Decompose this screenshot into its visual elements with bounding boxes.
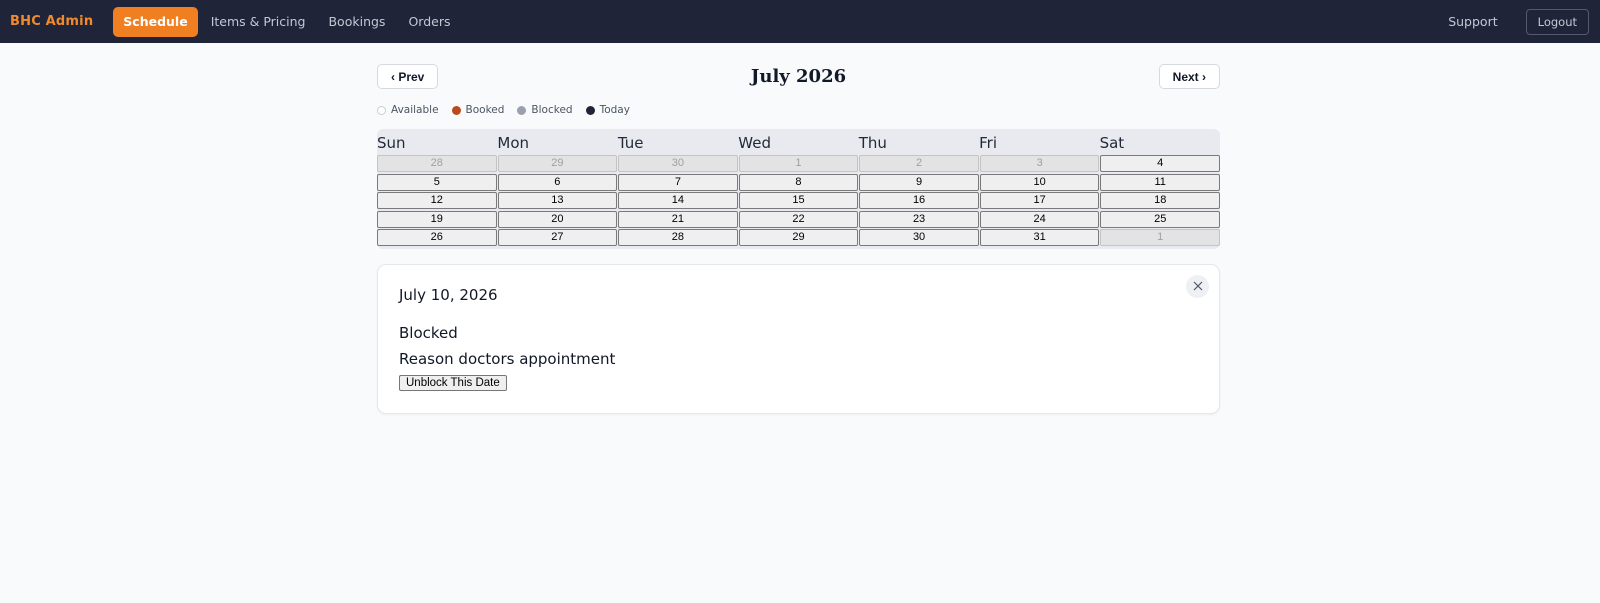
nav-bookings[interactable]: Bookings — [318, 7, 395, 36]
logout-button[interactable]: Logout — [1525, 8, 1589, 35]
day-cell[interactable]: 30 — [859, 229, 979, 246]
unblock-date-button[interactable]: Unblock This Date — [399, 374, 507, 391]
day-cell-other-month: 3 — [979, 155, 1100, 172]
calendar-header: July 2026 ‹ Prev Next › — [377, 64, 1220, 109]
day-cell[interactable]: 6 — [497, 173, 618, 191]
day-cell[interactable]: 16 — [859, 192, 979, 209]
detail-reason: Reason doctors appointment — [399, 349, 616, 368]
weekday-label: Thu — [858, 134, 887, 152]
day-cell[interactable]: 20 — [497, 210, 618, 228]
calendar-week-row: 26 27 28 29 30 31 1 — [377, 229, 1220, 246]
day-cell-other-month: 28 — [377, 155, 497, 172]
day-cell[interactable]: 29 — [738, 229, 859, 246]
day-cell-other-month: 1 — [1100, 229, 1220, 246]
detail-date: July 10, 2026 — [399, 285, 498, 304]
brand-logo[interactable]: BHC Admin — [10, 14, 93, 29]
calendar-grid: Sun Mon Tue Wed Thu Fri Sat 28 29 30 1 2 3 4 5 6 7 8 9 10 1… — [377, 129, 1220, 249]
weekday-label: Fri — [979, 134, 998, 152]
nav-schedule[interactable]: Schedule — [113, 6, 198, 37]
day-cell[interactable]: 17 — [979, 192, 1100, 209]
prev-month-button[interactable]: ‹ Prev — [377, 64, 439, 89]
next-month-button[interactable]: Next › — [1158, 64, 1220, 89]
day-cell[interactable]: 18 — [1100, 192, 1220, 209]
month-title: July 2026 — [750, 66, 847, 87]
day-cell[interactable]: 8 — [738, 173, 859, 191]
calendar-week-row: 28 29 30 1 2 3 4 — [377, 155, 1220, 172]
day-cell[interactable]: 23 — [859, 210, 979, 228]
calendar-week-row: 12 13 14 15 16 17 18 — [377, 192, 1220, 209]
day-cell-other-month: 30 — [618, 155, 738, 172]
weekday-header: Sun Mon Tue Wed Thu Fri Sat — [377, 129, 1220, 155]
day-cell[interactable]: 26 — [377, 229, 497, 246]
calendar-week-row: 19 20 21 22 23 24 25 — [377, 210, 1220, 228]
weekday-label: Sun — [377, 134, 406, 152]
nav-items-pricing[interactable]: Items & Pricing — [201, 7, 316, 36]
day-cell-other-month: 1 — [738, 155, 859, 172]
day-cell[interactable]: 28 — [618, 229, 738, 246]
day-cell[interactable]: 9 — [859, 173, 979, 191]
day-cell[interactable]: 25 — [1100, 210, 1220, 228]
day-cell[interactable]: 24 — [979, 210, 1100, 228]
day-cell[interactable]: 13 — [497, 192, 618, 209]
day-cell[interactable]: 22 — [738, 210, 859, 228]
detail-status: Blocked — [399, 323, 458, 342]
date-detail-panel: July 10, 2026 Blocked Reason doctors app… — [377, 263, 1220, 414]
day-cell[interactable]: 14 — [618, 192, 738, 209]
weekday-label: Sat — [1099, 134, 1125, 152]
weekday-label: Mon — [497, 134, 530, 152]
day-cell-other-month: 29 — [497, 155, 618, 172]
day-cell[interactable]: 27 — [497, 229, 618, 246]
calendar-week-row: 5 6 7 8 9 10 11 — [377, 173, 1220, 191]
support-link[interactable]: Support — [1448, 14, 1497, 29]
schedule-main: July 2026 ‹ Prev Next › Available Booked B… — [377, 43, 1220, 414]
day-cell-other-month: 2 — [859, 155, 979, 172]
day-cell[interactable]: 7 — [618, 173, 738, 191]
day-cell[interactable]: 10 — [979, 173, 1100, 191]
nav-orders[interactable]: Orders — [398, 7, 460, 36]
day-cell[interactable]: 4 — [1100, 155, 1220, 172]
day-cell[interactable]: 31 — [979, 229, 1100, 246]
day-cell[interactable]: 21 — [618, 210, 738, 228]
day-cell[interactable]: 5 — [377, 173, 497, 191]
day-cell[interactable]: 15 — [738, 192, 859, 209]
day-cell[interactable]: 11 — [1100, 173, 1220, 191]
close-icon[interactable] — [1186, 274, 1209, 298]
calendar-weeks: 28 29 30 1 2 3 4 5 6 7 8 9 10 11 12 13 14 15 16 17 18 19 20 21 2… — [377, 155, 1220, 246]
top-navbar: BHC Admin Schedule Items & Pricing Booki… — [0, 0, 1600, 43]
day-cell[interactable]: 19 — [377, 210, 497, 228]
weekday-label: Tue — [617, 134, 644, 152]
weekday-label: Wed — [738, 134, 771, 152]
day-cell[interactable]: 12 — [377, 192, 497, 209]
